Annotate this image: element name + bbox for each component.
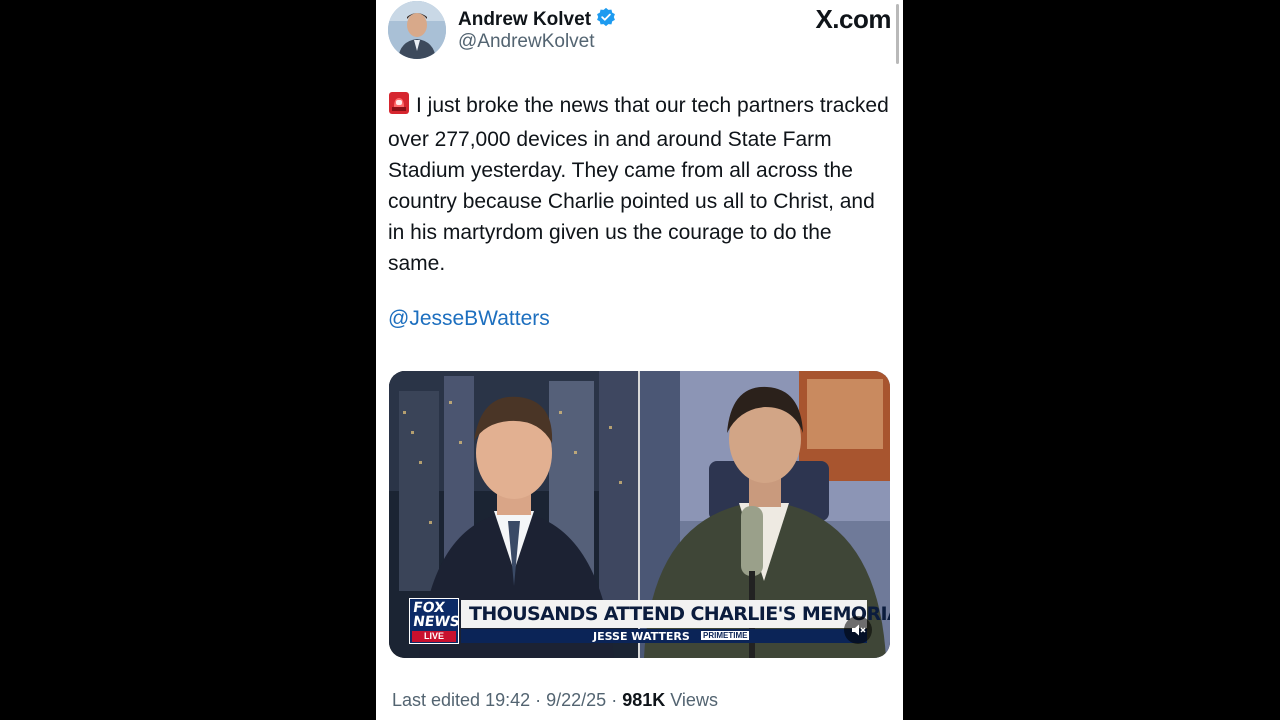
tweet-card: Andrew Kolvet @AndrewKolvet X.com I just… bbox=[376, 0, 903, 720]
volume-muted-icon[interactable] bbox=[844, 616, 872, 644]
tweet-header: Andrew Kolvet @AndrewKolvet bbox=[388, 1, 888, 61]
network-line2: NEWS bbox=[411, 614, 461, 630]
rotating-light-icon bbox=[388, 91, 410, 124]
author-handle[interactable]: @AndrewKolvet bbox=[458, 31, 595, 53]
name-row: Andrew Kolvet bbox=[458, 7, 616, 32]
live-badge: LIVE bbox=[412, 631, 456, 642]
headline-bar: THOUSANDS ATTEND CHARLIE'S MEMORIAL bbox=[461, 600, 890, 628]
tweet-body: I just broke the news that our tech part… bbox=[388, 90, 893, 279]
edited-timestamp[interactable]: Last edited 19:42 · 9/22/25 bbox=[392, 690, 606, 710]
scrollbar[interactable] bbox=[896, 4, 899, 64]
views-label: Views bbox=[670, 690, 718, 710]
show-subtitle: PRIMETIME bbox=[701, 631, 750, 640]
video-player[interactable]: FOX NEWS LIVE THOUSANDS ATTEND CHARLIE'S… bbox=[389, 371, 890, 658]
meta-separator: · bbox=[611, 690, 618, 710]
screen: Andrew Kolvet @AndrewKolvet X.com I just… bbox=[0, 0, 1280, 720]
tweet-text: I just broke the news that our tech part… bbox=[388, 94, 889, 275]
brand-label: X.com bbox=[815, 4, 891, 34]
fox-news-logo: FOX NEWS LIVE bbox=[409, 598, 461, 644]
avatar[interactable] bbox=[388, 1, 446, 59]
views-count: 981K bbox=[622, 690, 666, 710]
tweet-meta: Last edited 19:42 · 9/22/25 · 981K Views bbox=[392, 690, 718, 711]
verified-badge-icon bbox=[596, 7, 616, 32]
news-chyron: FOX NEWS LIVE THOUSANDS ATTEND CHARLIE'S… bbox=[409, 598, 890, 644]
mention-link[interactable]: @JesseBWatters bbox=[388, 307, 550, 331]
chyron-headline: THOUSANDS ATTEND CHARLIE'S MEMORIAL bbox=[469, 603, 890, 625]
show-name: JESSE WATTERS bbox=[593, 630, 690, 643]
show-bar: JESSE WATTERS PRIMETIME bbox=[461, 629, 867, 643]
display-name[interactable]: Andrew Kolvet bbox=[458, 9, 591, 31]
